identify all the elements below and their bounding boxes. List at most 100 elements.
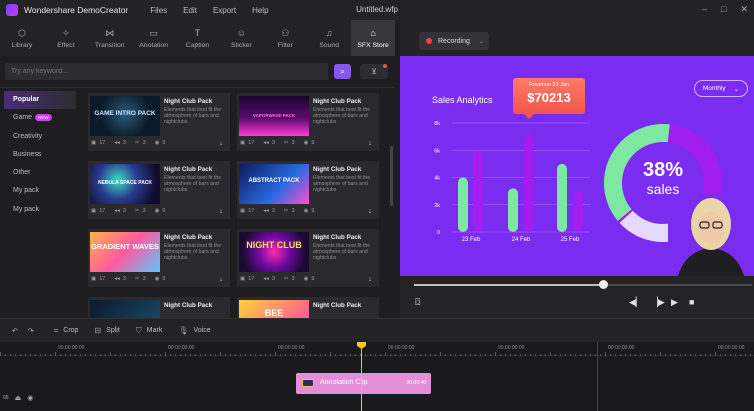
clip-count-icon: ▣ [240, 276, 246, 282]
ruler-tick [35, 354, 36, 356]
stat-value: 9 [162, 140, 166, 146]
stat-item: ◂◂ 3 [263, 276, 275, 282]
chart-bar [557, 163, 567, 232]
tab-sticker[interactable]: ☺ Sticker [219, 20, 263, 56]
ruler-tick [320, 354, 321, 356]
ruler-tick [605, 352, 606, 356]
ruler-tick [375, 354, 376, 356]
category-my-pack[interactable]: My pack [4, 182, 76, 200]
category-popular[interactable]: Popular [4, 91, 76, 109]
download-icon[interactable]: ↓ [216, 139, 226, 148]
tooltip-arrow [524, 114, 534, 119]
plays-icon: ◉ [154, 276, 160, 282]
search-input[interactable] [5, 63, 328, 80]
scrollbar[interactable] [390, 146, 393, 206]
search-button[interactable]: ⌕ [334, 64, 351, 79]
voice-button[interactable]: 🎙 Voice [178, 326, 210, 336]
ruler-tick [245, 354, 246, 356]
tab-sound[interactable]: ♫ Sound [307, 20, 351, 56]
stat-value: 17 [248, 276, 255, 282]
annotation-clip[interactable]: Annotation Clip 00:00:40 [296, 373, 431, 394]
prev-frame-icon[interactable]: ◀▏ [629, 297, 643, 308]
ruler-tick [275, 352, 276, 356]
download-icon[interactable]: ↓ [365, 139, 375, 148]
chart-title: Sales Analytics [432, 95, 493, 105]
snapshot-icon[interactable]: ⌼ [415, 297, 420, 308]
clip-count-icon: ▣ [240, 208, 246, 214]
download-icon[interactable]: ↓ [216, 275, 226, 284]
ruler-tick [125, 354, 126, 356]
ruler-tick [695, 354, 696, 356]
download-icon[interactable]: ↓ [365, 275, 375, 284]
plays-icon: ◉ [154, 140, 160, 146]
pack-description: Elements that best fit the atmosphere of… [313, 175, 371, 193]
undo-icon[interactable]: ↶ [12, 327, 18, 335]
tab-transition[interactable]: ⋈ Transition [88, 20, 132, 56]
chart-bar [508, 188, 518, 232]
redo-icon[interactable]: ↷ [28, 327, 34, 335]
download-icon[interactable]: ↓ [365, 207, 375, 216]
ruler-tick [265, 354, 266, 356]
category-creativity[interactable]: Creativity [4, 128, 76, 146]
clip-count-icon: ▣ [91, 276, 97, 282]
tab-anotation[interactable]: ▭ Anotation [132, 20, 176, 56]
y-tick-label: 4k [434, 176, 440, 182]
pack-card[interactable]: GRADIENT WAVES Night Club Pack Elements th… [88, 229, 230, 287]
menu-edit[interactable]: Edit [183, 6, 197, 15]
period-dropdown[interactable]: Monthly ⌄ [694, 80, 748, 97]
maximize-icon[interactable]: □ [721, 4, 726, 15]
mark-button[interactable]: ⛉ Mark [136, 326, 163, 336]
tab-sfx-store[interactable]: ⌂ SFX Store [351, 20, 396, 56]
minimize-icon[interactable]: – [702, 4, 707, 15]
thumbnail-text: VAPORWAVE PACK [252, 113, 296, 118]
ruler-tick [365, 354, 366, 356]
split-button[interactable]: ⊟ Split [94, 326, 119, 336]
stat-item: ▣ 17 [91, 140, 105, 146]
pack-card[interactable]: GAME INTRO PACK Night Club Pack Elements t… [88, 93, 230, 151]
pack-description: Elements that best fit the atmosphere of… [164, 175, 222, 193]
category-label: Popular [13, 96, 40, 103]
pack-card[interactable]: NIGHT CLUB Night Club Pack Elements that b… [237, 229, 379, 287]
menu-help[interactable]: Help [252, 6, 268, 15]
category-list: Popular Game NEW Creativity Business Other My … [4, 91, 76, 219]
download-icon[interactable]: ↓ [216, 207, 226, 216]
category-my-pack[interactable]: My pack [4, 201, 76, 219]
pack-card[interactable]: ABSTRACT PACK Night Club Pack Elements tha… [237, 161, 379, 219]
pack-card[interactable]: VAPORWAVE PACK Night Club Pack Elements th… [237, 93, 379, 151]
next-frame-icon[interactable]: ▕▶ [651, 297, 665, 308]
category-game[interactable]: Game NEW [4, 109, 76, 127]
ruler-tick [505, 354, 506, 356]
stat-value: 3 [291, 276, 295, 282]
play-icon[interactable]: ▶ [671, 297, 678, 308]
lock-icon[interactable]: ⏏ [15, 394, 22, 402]
progress-handle[interactable] [599, 280, 608, 289]
voice-icon: 🎙 [178, 326, 189, 335]
pack-card[interactable]: NEBULA SPACE PACK Night Club Pack Elements… [88, 161, 230, 219]
close-icon[interactable]: ✕ [740, 4, 748, 15]
menu-files[interactable]: Files [150, 6, 167, 15]
stop-icon[interactable]: ■ [689, 297, 694, 307]
ruler-tick [345, 354, 346, 356]
ruler-tick [585, 354, 586, 356]
menu-export[interactable]: Export [213, 6, 236, 15]
ruler-tick [215, 354, 216, 356]
tab-filter[interactable]: ⚇ Filter [263, 20, 307, 56]
playhead[interactable] [361, 342, 362, 411]
ruler-tick [305, 354, 306, 356]
tab-effect[interactable]: ✧ Effect [44, 20, 88, 56]
tab-library[interactable]: ⬡ Library [0, 20, 44, 56]
recording-button[interactable]: Recording ⌄ [419, 32, 489, 50]
crop-button[interactable]: ⌗ Crop [54, 326, 79, 336]
plays-icon: ◉ [154, 208, 160, 214]
y-tick-label: 6k [434, 148, 440, 154]
visibility-icon[interactable]: ◉ [27, 394, 33, 402]
timeline-ruler[interactable]: 00:00:00:00 00:00:00:00 00:00:00:00 00:00:0… [0, 342, 754, 356]
pack-description: Elements that best fit the atmosphere of… [313, 243, 371, 261]
category-business[interactable]: Business [4, 146, 76, 164]
ruler-tick [520, 354, 521, 356]
stat-value: 17 [99, 140, 106, 146]
tab-caption[interactable]: T Caption [176, 20, 220, 56]
category-other[interactable]: Other [4, 164, 76, 182]
stat-item: ▣ 17 [240, 208, 254, 214]
app-logo-icon [6, 4, 18, 16]
